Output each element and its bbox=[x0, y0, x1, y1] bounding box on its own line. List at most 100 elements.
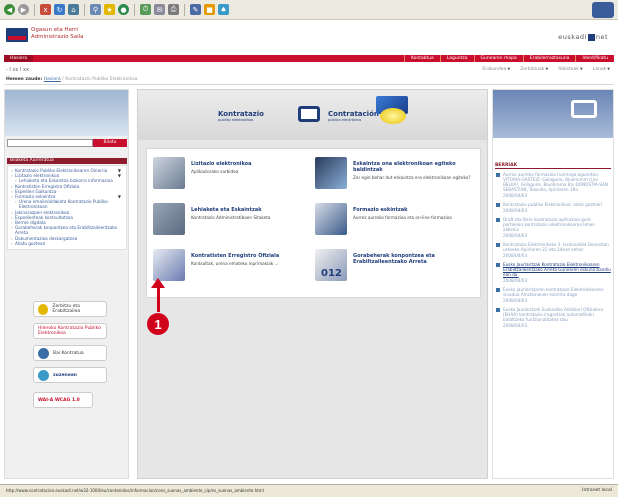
stop-icon[interactable]: x bbox=[40, 4, 51, 15]
bai-kontratua-button[interactable]: Bai Kontratua bbox=[33, 345, 107, 361]
favorites-icon[interactable]: ★ bbox=[104, 4, 115, 15]
mail-icon[interactable]: ✉ bbox=[154, 4, 165, 15]
button-label: Zerbitzu eta Erabiltzailea bbox=[52, 304, 81, 314]
search-input[interactable] bbox=[7, 139, 93, 147]
service-eskaintza[interactable]: Eskaintza ona elektronikoan egiteko bald… bbox=[315, 155, 480, 195]
news-item[interactable]: Aurrez aurreko formazioa hurrengo egunet… bbox=[496, 172, 611, 198]
menu-item[interactable]: Urena emaile/aldaketa Kontratazio Publik… bbox=[11, 199, 124, 209]
top-nav-bar: Hasiera Kontaktua Laguntza Gunearen mapa… bbox=[4, 55, 614, 62]
news-item[interactable]: Eusko Jaurlaritzak Kontratazio Elektroni… bbox=[496, 262, 611, 283]
search-icon[interactable]: ⚲ bbox=[90, 4, 101, 15]
breadcrumb-home-link[interactable]: Hasiera bbox=[44, 77, 61, 82]
service-lizitazio[interactable]: Lizitazio elektronikoa Aplikaziorako sar… bbox=[153, 155, 318, 195]
service-title[interactable]: Lizitazio elektronikoa bbox=[191, 161, 311, 167]
nav-sitemap-link[interactable]: Gunearen mapa bbox=[473, 55, 523, 62]
discuss-icon[interactable]: ■ bbox=[204, 4, 215, 15]
web-page: Ogasun eta Herri Administrazio Saila eus… bbox=[0, 21, 618, 483]
service-gorabeherak[interactable]: 012 Gorabeherak konpontzea eta Erabiltza… bbox=[315, 247, 480, 287]
news-text[interactable]: Draft eta Bere kontratazio aplikazioa gu… bbox=[503, 217, 611, 232]
messenger-icon[interactable]: ♠ bbox=[218, 4, 229, 15]
pen-image bbox=[153, 203, 185, 235]
service-desc: Aplikaziorako sarbidea bbox=[191, 169, 239, 174]
text-size-controls[interactable]: - I xx I xx bbox=[6, 67, 29, 73]
news-item[interactable]: Eusko Jaurlaritzaren kontratazio Elektro… bbox=[496, 287, 611, 303]
service-formazio[interactable]: Formazio eskintzak Aurrez aurreko formaz… bbox=[315, 201, 480, 241]
basque-government-logo[interactable] bbox=[6, 28, 28, 42]
breadcrumb-current: Kontratazio Publiko Elektronikoa bbox=[65, 77, 138, 82]
service-lehiaketa[interactable]: Lehiaketa eta Eskaintzak Kontratazio Adm… bbox=[153, 201, 318, 241]
nav-accessibility-link[interactable]: Erabilerraztasuna bbox=[522, 55, 576, 62]
news-date: 2008/04/03 bbox=[503, 323, 528, 328]
euskadi-net-logo[interactable]: euskadi net bbox=[558, 33, 608, 41]
dropdown-jobs[interactable]: Lanak bbox=[593, 67, 610, 72]
news-item[interactable]: Kontratazio publiko Elektronikoa: aleta … bbox=[496, 202, 611, 213]
hands-image bbox=[153, 157, 185, 189]
advanced-search-link[interactable]: Bilaketa Aurreratua bbox=[7, 158, 127, 164]
service-icon bbox=[38, 303, 49, 315]
news-item[interactable]: Draft eta Bere kontratazio aplikazioa gu… bbox=[496, 217, 611, 238]
news-text[interactable]: Aurrez aurreko formazioa hurrengo egunet… bbox=[503, 172, 611, 192]
support-image: 012 bbox=[315, 249, 347, 281]
services-grid: Lizitazio elektronikoa Aplikaziorako sar… bbox=[146, 148, 481, 298]
zuzenean-button[interactable]: zuzenean bbox=[33, 367, 107, 383]
home-icon[interactable]: ⌂ bbox=[68, 4, 79, 15]
service-desc: Kontratazio Administratiboen Sitaketa bbox=[191, 215, 271, 220]
button-label: zuzenean bbox=[53, 372, 77, 378]
news-text[interactable]: Kontratazio publiko Elektronikoa: aleta … bbox=[503, 202, 611, 207]
refresh-icon[interactable]: ↻ bbox=[54, 4, 65, 15]
left-sidebar: Bilatu Bilaketa Aurreratua Kontratazio P… bbox=[4, 89, 129, 479]
edit-icon[interactable]: ✎ bbox=[190, 4, 201, 15]
browser-toolbar: ◀ ▶ x ↻ ⌂ ⚲ ★ ● ⏱ ✉ ⎙ ✎ ■ ♠ bbox=[0, 0, 618, 20]
history-icon[interactable]: ⏱ bbox=[140, 4, 151, 15]
status-url: http://www.contratacion.euskadi.net/w32-… bbox=[6, 488, 264, 493]
nav-contact-link[interactable]: Kontaktua bbox=[403, 55, 440, 62]
menu-item[interactable]: Gorabeherak konpontzea eta Erabiltzailee… bbox=[11, 225, 124, 235]
news-text[interactable]: Eusko Jaurlaritzak Euskadiko Aldizkari O… bbox=[503, 307, 611, 322]
back-icon[interactable]: ◀ bbox=[4, 4, 15, 15]
dropdown-organization[interactable]: Erakundea bbox=[482, 67, 510, 72]
service-kontratisten[interactable]: Kontratisten Erregistro Ofiziala Kontsul… bbox=[153, 247, 318, 287]
toolbar-separator bbox=[134, 3, 135, 16]
news-text[interactable]: Eusko Jaurlaritzak Kontratazio Elektroni… bbox=[503, 262, 611, 277]
service-title[interactable]: Kontratisten Erregistro Ofiziala bbox=[191, 253, 311, 259]
news-list: Aurrez aurreko formazioa hurrengo egunet… bbox=[496, 172, 611, 332]
right-banner bbox=[493, 90, 613, 138]
hileroko-button[interactable]: Hileroko Kontratazio Publiko Elektroniko… bbox=[33, 323, 107, 339]
news-date: 2008/04/03 bbox=[503, 208, 528, 213]
news-text[interactable]: Kontratazio Elektronikoko 3. lardunaldia… bbox=[503, 242, 611, 252]
windows-logo-icon bbox=[592, 2, 614, 18]
dropdown-services[interactable]: Zerbitzuak bbox=[520, 67, 548, 72]
media-icon[interactable]: ● bbox=[118, 4, 129, 15]
menu-item[interactable]: Aliatu gozteari bbox=[11, 241, 124, 246]
print-icon[interactable]: ⎙ bbox=[168, 4, 179, 15]
news-date: 2008/04/03 bbox=[503, 193, 528, 198]
keyboard-image bbox=[315, 157, 347, 189]
site-title-line: Administrazio Saila bbox=[31, 34, 84, 40]
service-title[interactable]: Formazio eskintzak bbox=[353, 207, 473, 213]
search-button[interactable]: Bilatu bbox=[93, 139, 127, 147]
main-content: Kontratazio publiko elektronikoa Contrata… bbox=[137, 89, 488, 479]
service-title[interactable]: Gorabeherak konpontzea eta Erabiltzailee… bbox=[353, 253, 473, 265]
hero-logo-icon bbox=[298, 106, 320, 122]
news-text[interactable]: Eusko Jaurlaritzaren kontratazio Elektro… bbox=[503, 287, 611, 297]
hero-contratacion: Contratación pública electrónica bbox=[328, 110, 379, 122]
hero-subtext: publiko elektronikoa bbox=[218, 118, 254, 122]
zerbitzu-button[interactable]: Zerbitzu eta Erabiltzailea bbox=[33, 301, 107, 317]
hero-subtext: pública electrónica bbox=[328, 118, 362, 122]
news-item[interactable]: Kontratazio Elektronikoko 3. lardunaldia… bbox=[496, 242, 611, 258]
news-date: 2008/04/03 bbox=[503, 298, 528, 303]
service-title[interactable]: Lehiaketa eta Eskaintzak bbox=[191, 207, 311, 213]
service-title[interactable]: Eskaintza ona elektronikoan egiteko bald… bbox=[353, 161, 473, 173]
nav-help-link[interactable]: Laguntza bbox=[439, 55, 474, 62]
wai-badge[interactable]: WAI-A WCAG 1.0 bbox=[33, 392, 93, 408]
dropdown-news[interactable]: Albisteak bbox=[558, 67, 583, 72]
left-menu: Kontratazio Publiko Elektronikoaren Oina… bbox=[7, 165, 127, 251]
forward-icon[interactable]: ▶ bbox=[18, 4, 29, 15]
nav-home-link[interactable]: Hasiera bbox=[4, 55, 34, 62]
news-date: 2008/04/03 bbox=[503, 278, 528, 283]
news-item[interactable]: Eusko Jaurlaritzak Euskadiko Aldizkari O… bbox=[496, 307, 611, 328]
phone-012-badge: 012 bbox=[321, 268, 342, 279]
service-desc: Kontsultak, urena emateko inprimakiak ..… bbox=[191, 261, 279, 266]
divider bbox=[4, 84, 614, 85]
nav-login-link[interactable]: Identifikatu bbox=[575, 55, 614, 62]
